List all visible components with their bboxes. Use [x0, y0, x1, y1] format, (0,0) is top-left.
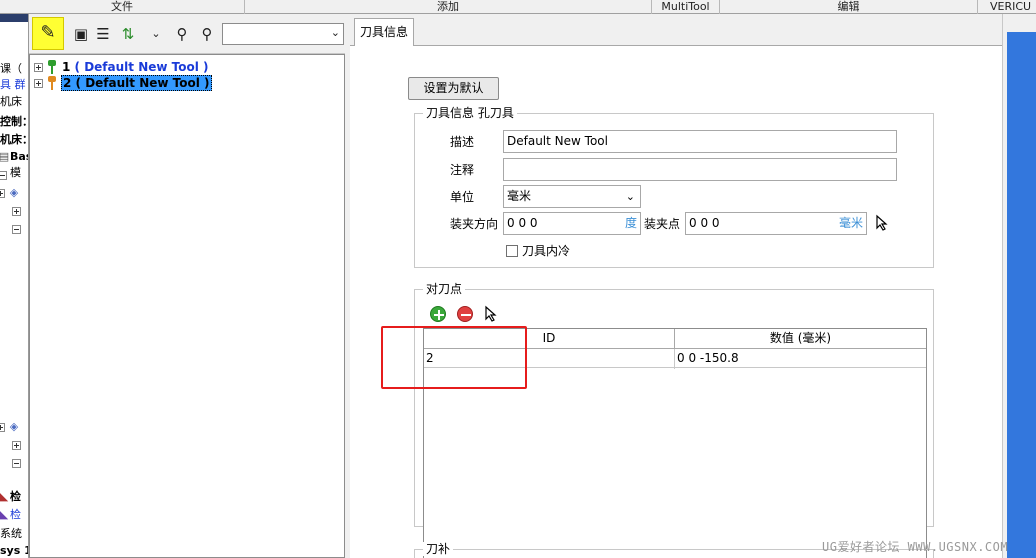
find-next-icon[interactable]: ⚲ [196, 21, 218, 47]
clamp-direction-unit: 度 [624, 216, 637, 230]
unit-select[interactable]: 毫米 ⌄ [503, 185, 641, 208]
project-tree-item[interactable]: 模 [10, 166, 21, 180]
internal-coolant-checkbox[interactable] [506, 245, 518, 257]
expand-icon[interactable] [34, 78, 43, 88]
tree-item-tool-1[interactable]: 1 ( Default New Tool ) [34, 59, 210, 75]
clamp-point-label: 装夹点 [644, 217, 681, 231]
add-icon[interactable] [430, 306, 446, 322]
model-icon: ◈ [9, 186, 19, 199]
tree-item-label: 2 ( Default New Tool ) [61, 75, 212, 91]
machine-icon: ▤ [0, 151, 10, 163]
ribbon-tab-vericut[interactable]: VERICU [978, 0, 1036, 14]
project-tree-strip: 课（ 具 群 机床 控制： 机床： Bas ▤ 模 ◈ ◈ ◣ 检 检 ◣ 系统… [0, 14, 29, 558]
collapse-icon[interactable] [0, 171, 7, 180]
project-tree-item[interactable]: 检 [10, 508, 21, 522]
project-tree-item[interactable]: 系统 [0, 527, 22, 541]
tool-list-icon[interactable]: ☰ [92, 21, 114, 47]
chevron-down-icon: ⌄ [330, 26, 340, 39]
sort-icon[interactable]: ⇅ [117, 21, 139, 47]
set-default-button[interactable]: 设置为默认 [408, 77, 499, 100]
search-combo[interactable]: ⌄ [222, 23, 344, 45]
ribbon-tab-edit[interactable]: 编辑 [720, 0, 978, 14]
ribbon-tab-add[interactable]: 添加 [245, 0, 652, 14]
collapse-icon[interactable] [12, 459, 21, 468]
collapse-icon[interactable] [12, 225, 21, 234]
chevron-down-icon: ⌄ [625, 190, 635, 203]
drill-tool-icon [47, 76, 57, 90]
clamp-direction-label: 装夹方向 [450, 217, 499, 231]
expand-icon[interactable] [0, 423, 5, 432]
group-title: 对刀点 [423, 282, 466, 296]
expand-icon[interactable] [12, 441, 21, 450]
remove-icon[interactable] [457, 306, 473, 322]
ribbon-tab-strip: 文件 添加 MultiTool 编辑 VERICU [0, 0, 1036, 14]
tree-item-label: 1 ( Default New Tool ) [62, 60, 209, 74]
project-tree-item[interactable]: sys 1 [0, 544, 28, 558]
tool-info-group: 刀具信息 孔刀具 描述 Default New Tool 注释 单位 毫米 ⌄ … [414, 106, 934, 268]
vertical-scrollbar[interactable] [1002, 14, 1036, 558]
project-tree-item[interactable]: 机床： [0, 133, 28, 147]
clamp-point-unit: 毫米 [838, 216, 863, 230]
description-label: 描述 [450, 135, 475, 149]
tab-tool-info[interactable]: 刀具信息 [354, 18, 415, 47]
pick-point-icon[interactable] [484, 305, 502, 323]
project-tree-item[interactable]: 检 [10, 490, 21, 504]
project-tree-item[interactable]: 课（ [0, 62, 22, 76]
tool-manager-toolbar: ✎ ▣ ☰ ⇅ ⌄ ⚲ ⚲ ⌄ [29, 14, 350, 54]
project-tree-item[interactable]: Bas [10, 150, 28, 164]
scrollbar-thumb[interactable] [1007, 32, 1036, 558]
dropdown-icon[interactable]: ⌄ [145, 21, 167, 47]
model-icon: ◈ [9, 420, 19, 433]
project-tree-item[interactable]: 控制： [0, 115, 28, 129]
unit-label: 单位 [450, 190, 475, 204]
description-field[interactable]: Default New Tool [503, 130, 897, 153]
app-logo [0, 14, 28, 22]
expand-icon[interactable] [0, 189, 5, 198]
ribbon-tab-file[interactable]: 文件 [0, 0, 245, 14]
inspection-icon: ◣ [0, 508, 9, 521]
clamp-point-field[interactable]: 0 0 0 毫米 [685, 212, 867, 235]
clamp-direction-field[interactable]: 0 0 0 度 [503, 212, 641, 235]
watermark-text: UG爱好者论坛 WWW.UGSNX.COM [822, 540, 1009, 554]
unit-select-value: 毫米 [507, 189, 532, 203]
tool-info-panel: 设置为默认 刀具信息 孔刀具 描述 Default New Tool 注释 单位… [350, 46, 1002, 558]
tool-tree: 1 ( Default New Tool ) 2 ( Default New T… [29, 54, 345, 558]
highlight-annotation [381, 326, 527, 389]
expand-icon[interactable] [12, 207, 21, 216]
find-icon[interactable]: ⚲ [171, 21, 193, 47]
inspection-icon: ◣ [0, 490, 9, 503]
new-tool-icon[interactable]: ▣ [70, 21, 92, 47]
clamp-point-value: 0 0 0 [689, 216, 720, 230]
clamp-direction-value: 0 0 0 [507, 216, 538, 230]
note-label: 注释 [450, 163, 475, 177]
tree-item-tool-2[interactable]: 2 ( Default New Tool ) [34, 75, 212, 91]
column-header-value[interactable]: 数值 (毫米) [675, 329, 926, 349]
note-field[interactable] [503, 158, 897, 181]
tool-info-tabbar: 刀具信息 [350, 14, 1002, 47]
select-tool-icon[interactable]: ✎ [32, 17, 64, 50]
project-tree-item[interactable]: 机床 [0, 95, 22, 109]
pick-point-icon[interactable] [875, 214, 893, 232]
mill-tool-icon [47, 60, 57, 74]
ribbon-tab-multitool[interactable]: MultiTool [652, 0, 720, 14]
internal-coolant-label: 刀具内冷 [522, 244, 571, 258]
group-title: 刀补 [423, 542, 454, 556]
project-tree-item[interactable]: 具 群 [0, 78, 26, 92]
expand-icon[interactable] [34, 62, 43, 72]
cell-value[interactable]: 0 0 -150.8 [677, 349, 926, 369]
group-title: 刀具信息 孔刀具 [423, 106, 517, 120]
